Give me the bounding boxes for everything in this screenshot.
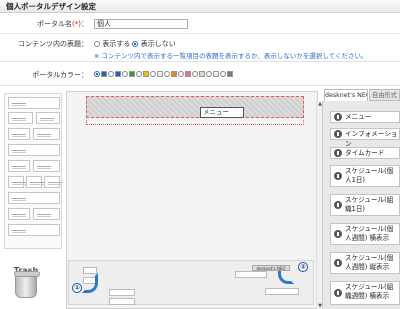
- layout-option[interactable]: [8, 97, 60, 109]
- info-icon: [334, 289, 342, 297]
- trash-box[interactable]: Trash Box: [6, 250, 46, 302]
- portal-name-row: ポータル名(*)： 個人: [0, 14, 400, 34]
- layout-option[interactable]: [8, 144, 60, 156]
- layout-option[interactable]: [44, 176, 62, 188]
- layout-option[interactable]: [33, 208, 60, 220]
- layout-option[interactable]: [8, 128, 30, 140]
- color-swatch: [101, 71, 107, 77]
- color-radio[interactable]: [94, 71, 100, 77]
- color-swatch: [213, 71, 219, 77]
- radio-show-label: 表示する: [102, 40, 131, 48]
- portal-color-row: ポータルカラー：: [0, 62, 400, 86]
- layout-palette: [4, 93, 62, 249]
- color-radio[interactable]: [150, 71, 156, 77]
- color-radio[interactable]: [220, 71, 226, 77]
- layout-option[interactable]: [8, 176, 26, 188]
- color-swatch: [157, 71, 163, 77]
- color-radio[interactable]: [192, 71, 198, 77]
- color-swatch: [185, 71, 191, 77]
- palette-item[interactable]: スケジュール(組織1日): [330, 194, 400, 216]
- layout-option[interactable]: [8, 224, 60, 236]
- menu-content-block[interactable]: メニュー: [200, 107, 244, 118]
- content-title-row: コンテンツ内の表題： 表示する 表示しない ※ コンテンツ内で表示する一覧項目の…: [0, 34, 400, 62]
- info-icon: [334, 130, 342, 138]
- illustration-item: [265, 288, 299, 295]
- layout-option[interactable]: [33, 128, 60, 140]
- color-choices: [94, 70, 234, 78]
- palette-item[interactable]: インフォメーション: [330, 128, 400, 148]
- info-icon: [334, 230, 342, 238]
- radio-hide-label: 表示しない: [140, 40, 176, 48]
- color-radio[interactable]: [108, 71, 114, 77]
- palette-item[interactable]: スケジュール(個人週間) 横表示: [330, 223, 400, 245]
- layout-option[interactable]: [33, 160, 60, 172]
- info-icon: [334, 172, 342, 180]
- radio-hide[interactable]: [132, 41, 139, 47]
- palette-item[interactable]: メニュー: [330, 111, 400, 123]
- window-title: 個人ポータルデザイン設定: [0, 0, 400, 13]
- layout-option[interactable]: [26, 176, 44, 188]
- palette-item[interactable]: スケジュール(個人週間) 縦表示: [330, 252, 400, 274]
- info-icon: [334, 259, 342, 267]
- color-radio[interactable]: [206, 71, 212, 77]
- menu-block-label: メニュー: [203, 108, 229, 116]
- portal-color-label: ポータルカラー：: [32, 71, 88, 79]
- color-swatch: [115, 71, 121, 77]
- illustration-item: [235, 271, 267, 278]
- content-title-note: ※ コンテンツ内で表示する一覧項目の表題を表示するか、表示しないかを選択してくだ…: [94, 52, 368, 60]
- trash-can-icon: [14, 271, 40, 298]
- color-swatch: [171, 71, 177, 77]
- color-swatch: [199, 71, 205, 77]
- layout-option[interactable]: [36, 112, 60, 124]
- palette-item[interactable]: タイムカード: [330, 147, 400, 159]
- step-1-marker: ①: [72, 283, 82, 293]
- palette-tabs: desknet's NEO 自由形式: [324, 89, 400, 101]
- info-icon: [334, 201, 342, 209]
- layout-option[interactable]: [8, 208, 30, 220]
- color-radio[interactable]: [164, 71, 170, 77]
- info-icon: [334, 113, 342, 121]
- palette-item[interactable]: スケジュール(個人1日): [330, 165, 400, 187]
- illustration-tab: desknet's NEO: [252, 265, 290, 271]
- drop-zone-guide: [86, 120, 304, 125]
- layout-option[interactable]: [8, 192, 60, 204]
- color-radio[interactable]: [122, 71, 128, 77]
- step-2-marker: ②: [298, 262, 308, 272]
- content-title-label: コンテンツ内の表題：: [18, 40, 88, 48]
- info-icon: [334, 149, 342, 157]
- portal-name-input[interactable]: 個人: [94, 19, 188, 29]
- color-swatch: [129, 71, 135, 77]
- tab-free-format[interactable]: 自由形式: [369, 89, 400, 101]
- illustration-item: [109, 289, 135, 296]
- illustration-item: [109, 298, 135, 305]
- radio-show[interactable]: [94, 41, 100, 47]
- color-radio[interactable]: [178, 71, 184, 77]
- color-swatch: [227, 71, 233, 77]
- title-option-group: 表示する 表示しない: [94, 39, 176, 49]
- layout-option[interactable]: [8, 112, 33, 124]
- portal-name-label: ポータル名(*)：: [37, 20, 88, 28]
- palette-item[interactable]: スケジュール(組織週間) 横表示: [330, 281, 400, 305]
- required-mark: (*): [72, 20, 81, 28]
- tab-desknets-neo[interactable]: desknet's NEO: [324, 89, 368, 101]
- drop-zone-row[interactable]: [86, 96, 304, 118]
- color-radio[interactable]: [136, 71, 142, 77]
- color-swatch: [143, 71, 149, 77]
- layout-option[interactable]: [8, 160, 30, 172]
